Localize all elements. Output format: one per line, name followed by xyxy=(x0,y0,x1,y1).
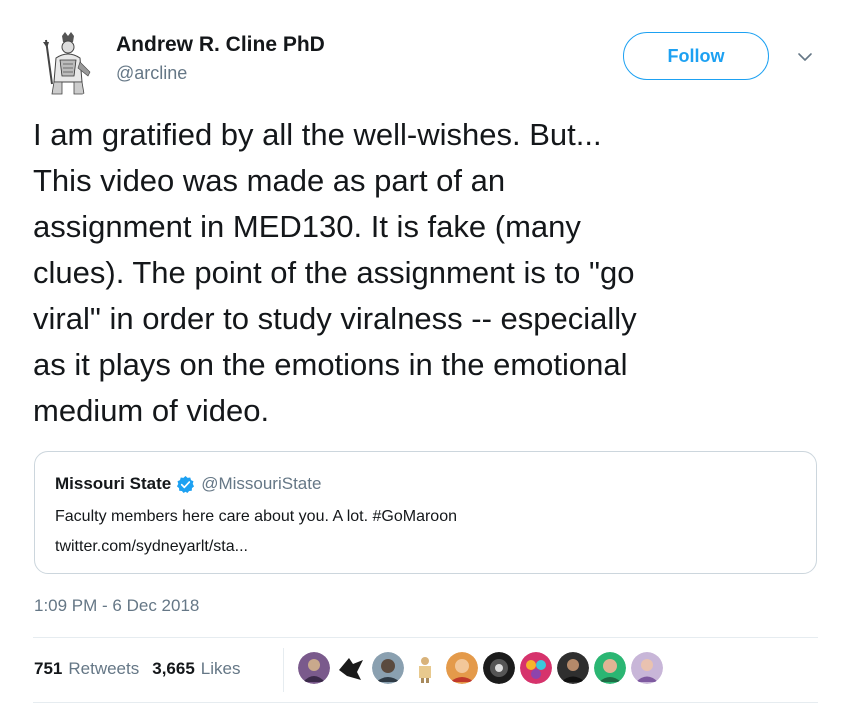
retweets-count[interactable]: 751 xyxy=(34,659,62,679)
liker-avatar[interactable] xyxy=(409,652,441,684)
liker-avatar[interactable] xyxy=(520,652,552,684)
author-avatar[interactable] xyxy=(32,28,102,98)
knight-figure-icon xyxy=(32,28,102,98)
quoted-tweet-header: Missouri State @MissouriState xyxy=(55,474,321,494)
chevron-down-icon[interactable] xyxy=(796,48,814,66)
quoted-tweet[interactable]: Missouri State @MissouriState Faculty me… xyxy=(34,451,817,574)
liker-avatar[interactable] xyxy=(372,652,404,684)
quoted-tweet-link[interactable]: twitter.com/sydneyarlt/sta... xyxy=(55,538,248,556)
liker-avatar[interactable] xyxy=(298,652,330,684)
liker-avatar[interactable] xyxy=(483,652,515,684)
verified-badge-icon xyxy=(176,475,195,494)
liker-avatar[interactable] xyxy=(557,652,589,684)
liker-avatars xyxy=(298,652,668,686)
tweet-stats: 751 Retweets 3,665 Likes xyxy=(34,659,240,679)
liker-avatar[interactable] xyxy=(631,652,663,684)
divider xyxy=(33,702,818,703)
liker-avatar[interactable] xyxy=(335,652,367,684)
author-handle[interactable]: @arcline xyxy=(116,63,187,84)
tweet-text: I am gratified by all the well-wishes. B… xyxy=(33,117,637,428)
likes-count[interactable]: 3,665 xyxy=(152,659,195,679)
quoted-author-name: Missouri State xyxy=(55,474,172,493)
stats-separator xyxy=(283,648,284,692)
likes-label[interactable]: Likes xyxy=(201,659,241,679)
follow-button[interactable]: Follow xyxy=(623,32,769,80)
liker-avatar[interactable] xyxy=(446,652,478,684)
quoted-tweet-text: Faculty members here care about you. A l… xyxy=(55,508,457,525)
tweet-timestamp[interactable]: 1:09 PM - 6 Dec 2018 xyxy=(34,596,199,616)
retweets-label[interactable]: Retweets xyxy=(68,659,139,679)
author-display-name[interactable]: Andrew R. Cline PhD xyxy=(116,33,325,57)
divider xyxy=(33,637,818,638)
quoted-author-handle: @MissouriState xyxy=(201,474,322,493)
tweet-card: Andrew R. Cline PhD @arcline Follow I am… xyxy=(0,0,850,704)
liker-avatar[interactable] xyxy=(594,652,626,684)
